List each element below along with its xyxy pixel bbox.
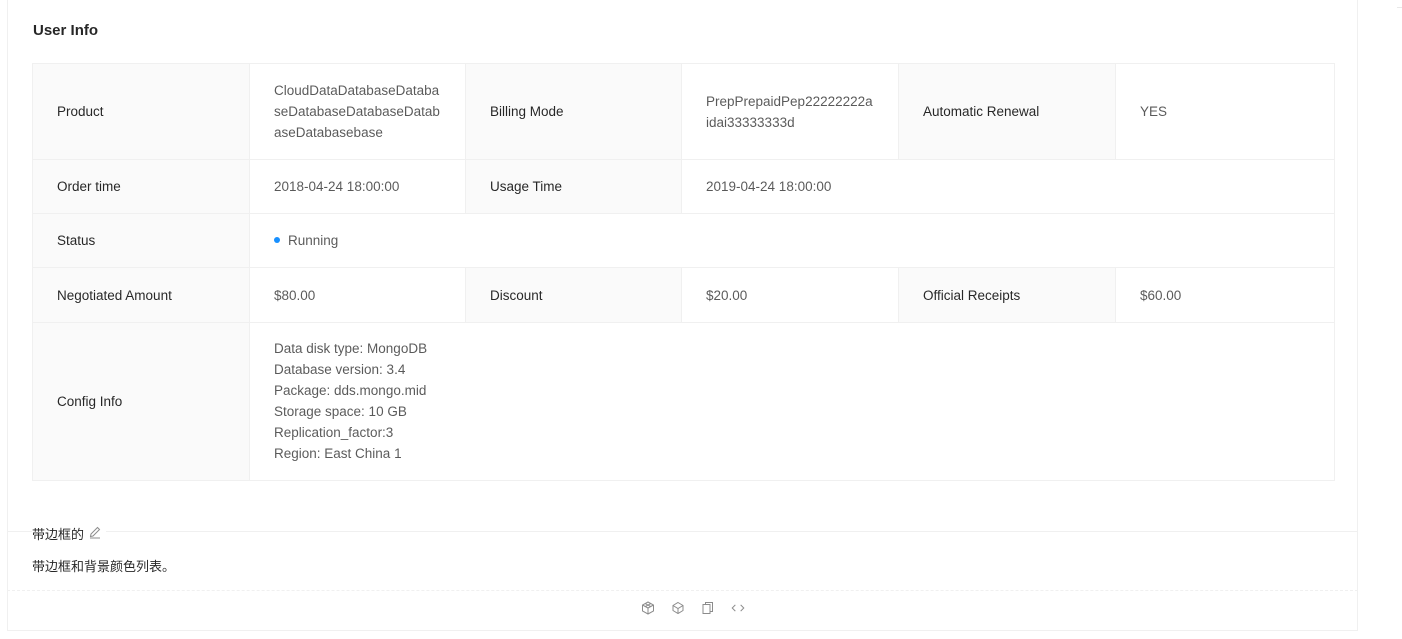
demo-description: 带边框和背景颜色列表。	[32, 559, 176, 574]
value-order-time: 2018-04-24 18:00:00	[249, 159, 466, 215]
actions-divider	[7, 590, 1358, 591]
config-line: Package: dds.mongo.mid	[274, 383, 427, 399]
label-status: Status	[32, 213, 250, 269]
descriptions-row: Negotiated Amount $80.00 Discount $20.00…	[32, 267, 1335, 323]
label-product: Product	[32, 62, 250, 161]
value-negotiated-amount: $80.00	[249, 267, 466, 323]
label-usage-time: Usage Time	[465, 159, 682, 215]
meta-divider	[7, 531, 1358, 532]
config-line: Region: East China 1	[274, 446, 402, 462]
scroll-edge-marker	[1397, 0, 1402, 8]
value-discount: $20.00	[681, 267, 899, 323]
label-negotiated-amount: Negotiated Amount	[32, 267, 250, 323]
label-official-receipts: Official Receipts	[898, 267, 1116, 323]
label-config-info: Config Info	[32, 321, 250, 482]
config-line: Storage space: 10 GB	[274, 404, 407, 420]
label-order-time: Order time	[32, 159, 250, 215]
value-product: CloudDataDatabaseDatabaseDatabaseDatabas…	[249, 62, 466, 161]
config-line: Database version: 3.4	[274, 362, 406, 378]
label-discount: Discount	[465, 267, 682, 323]
value-status: Running	[249, 213, 1335, 269]
demo-title-text: 带边框的	[32, 527, 85, 542]
status-text: Running	[288, 233, 339, 249]
config-line: Data disk type: MongoDB	[274, 341, 428, 357]
descriptions-row: Status Running	[32, 213, 1335, 269]
label-billing-mode: Billing Mode	[465, 62, 682, 161]
descriptions-row: Config Info Data disk type: MongoDB Data…	[32, 321, 1335, 482]
code-expand-icon[interactable]	[730, 600, 746, 616]
status-badge-dot	[274, 236, 280, 243]
copy-icon[interactable]	[700, 600, 716, 616]
codesandbox-icon[interactable]	[640, 600, 656, 616]
edit-icon[interactable]	[88, 525, 102, 542]
descriptions-row: Order time 2018-04-24 18:00:00 Usage Tim…	[32, 159, 1335, 215]
value-billing-mode: PrepPrepaidPep22222222aidai33333333d	[681, 62, 899, 161]
label-automatic-renewal: Automatic Renewal	[898, 62, 1116, 161]
descriptions-title: User Info	[33, 22, 99, 39]
demo-title: 带边框的	[32, 524, 107, 543]
descriptions-row: Product CloudDataDatabaseDatabaseDatabas…	[32, 62, 1335, 161]
descriptions-table: Product CloudDataDatabaseDatabaseDatabas…	[32, 62, 1335, 482]
config-line: Replication_factor:3	[274, 425, 394, 441]
value-official-receipts: $60.00	[1115, 267, 1335, 323]
value-config-info: Data disk type: MongoDB Database version…	[249, 321, 1335, 482]
code-actions	[640, 600, 746, 616]
value-automatic-renewal: YES	[1115, 62, 1335, 161]
codepen-icon[interactable]	[670, 600, 686, 616]
value-usage-time: 2019-04-24 18:00:00	[681, 159, 1335, 215]
